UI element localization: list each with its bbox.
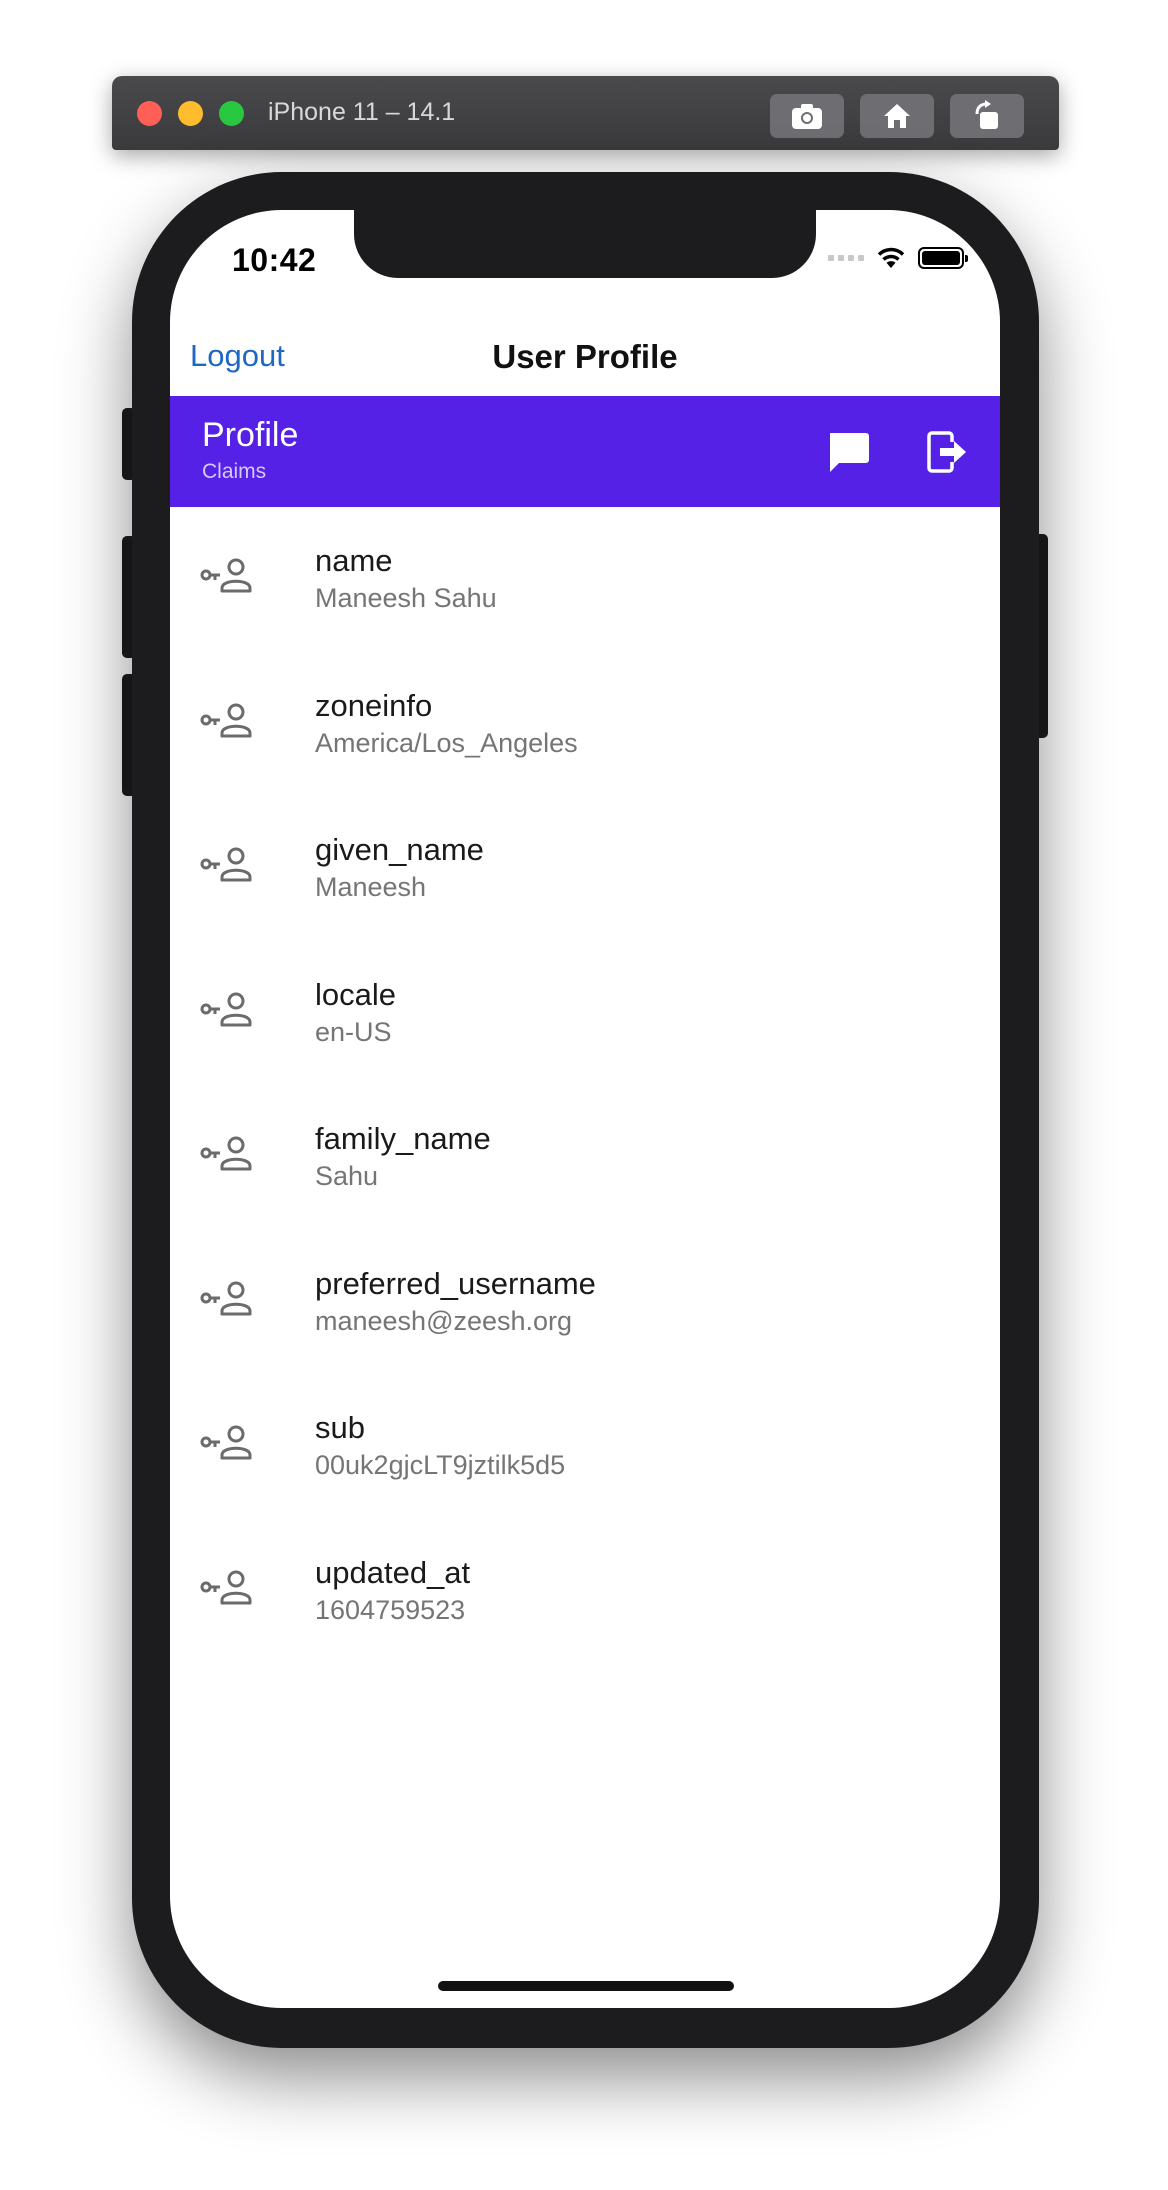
zoom-window-button[interactable] <box>219 101 244 126</box>
device-screen: 10:42 User Profile Logout Profile Claims <box>170 210 1000 2008</box>
profile-header: Profile Claims <box>170 396 1000 507</box>
status-time: 10:42 <box>232 242 317 278</box>
close-window-button[interactable] <box>137 101 162 126</box>
key-person-icon <box>200 1133 254 1173</box>
nav-title: User Profile <box>492 338 678 375</box>
list-item[interactable]: zoneinfo America/Los_Angeles <box>170 652 1000 797</box>
screenshot-icon <box>792 104 822 129</box>
claim-value: 00uk2gjcLT9jztilk5d5 <box>315 1450 566 1480</box>
home-icon <box>884 104 910 128</box>
simulator-title-bar: iPhone 11 – 14.1 <box>112 76 1059 150</box>
key-person-icon <box>200 1422 254 1462</box>
key-person-icon <box>200 844 254 884</box>
claim-name: given_name <box>315 832 484 867</box>
chat-icon[interactable] <box>824 428 872 476</box>
home-indicator[interactable] <box>438 1981 734 1991</box>
claim-value: America/Los_Angeles <box>315 727 578 758</box>
claim-value: Maneesh <box>315 872 427 902</box>
list-item[interactable]: family_name Sahu <box>170 1085 1000 1230</box>
screenshot-button[interactable] <box>770 94 844 138</box>
battery-icon <box>918 247 968 269</box>
wifi-icon <box>877 247 905 268</box>
claim-value: Maneesh Sahu <box>315 583 497 613</box>
rotate-icon <box>975 100 998 129</box>
list-item[interactable]: preferred_username maneesh@zeesh.org <box>170 1230 1000 1375</box>
claim-name: locale <box>315 976 396 1012</box>
list-item[interactable]: given_name Maneesh <box>170 796 1000 941</box>
key-person-icon <box>200 700 254 740</box>
list-item[interactable]: updated_at 1604759523 <box>170 1519 1000 1664</box>
claim-name: updated_at <box>315 1554 471 1590</box>
claim-name: name <box>315 543 393 578</box>
claim-name: zoneinfo <box>315 687 433 723</box>
rotate-button[interactable] <box>950 94 1024 138</box>
notch <box>354 210 816 278</box>
cellular-signal-icon <box>828 255 864 261</box>
list-item[interactable]: name Maneesh Sahu <box>170 507 1000 652</box>
key-person-icon <box>200 989 254 1029</box>
key-person-icon <box>200 1567 254 1607</box>
claims-list: name Maneesh Sahu zoneinfo America/Los_A… <box>170 507 1000 1663</box>
claim-value: 1604759523 <box>315 1594 466 1625</box>
status-indicators <box>828 246 968 270</box>
list-item[interactable]: locale en-US <box>170 941 1000 1086</box>
minimize-window-button[interactable] <box>178 101 203 126</box>
claim-name: family_name <box>315 1121 491 1156</box>
header-title: Profile <box>202 416 299 454</box>
simulator-title: iPhone 11 – 14.1 <box>268 98 456 126</box>
list-item[interactable]: sub 00uk2gjcLT9jztilk5d5 <box>170 1374 1000 1519</box>
key-person-icon <box>200 555 254 595</box>
navigation-bar: User Profile Logout <box>170 314 1000 402</box>
claim-value: en-US <box>315 1016 392 1047</box>
key-person-icon <box>200 1278 254 1318</box>
logout-button[interactable]: Logout <box>190 338 285 374</box>
claim-value: Sahu <box>315 1161 379 1191</box>
home-button[interactable] <box>860 94 934 138</box>
logout-icon[interactable] <box>922 428 970 476</box>
claim-name: preferred_username <box>315 1265 596 1301</box>
header-subtitle: Claims <box>202 460 267 483</box>
claim-value: maneesh@zeesh.org <box>315 1305 573 1336</box>
claim-name: sub <box>315 1410 365 1445</box>
